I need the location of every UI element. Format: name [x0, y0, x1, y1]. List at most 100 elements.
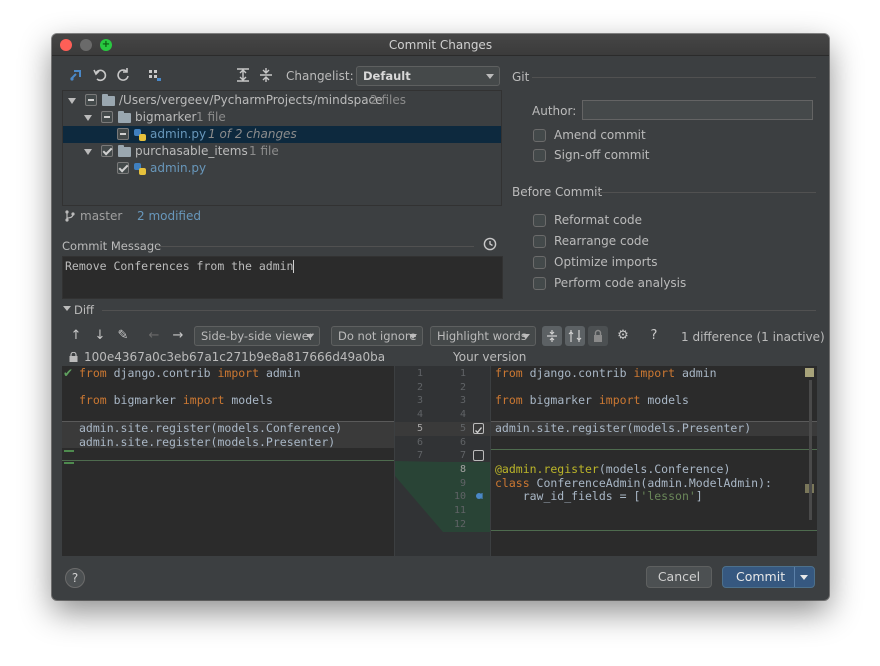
edit-icon[interactable]: ✎: [115, 328, 131, 344]
ignore-select[interactable]: Do not ignore: [331, 326, 423, 346]
help-button[interactable]: ?: [65, 568, 85, 588]
chevron-down-icon[interactable]: [63, 306, 71, 311]
show-diff-icon[interactable]: [68, 67, 84, 83]
code-line: class ConferenceAdmin(admin.ModelAdmin):: [495, 475, 772, 490]
window-title: Commit Changes: [388, 38, 493, 52]
tree-row-bigmarker-admin[interactable]: admin.py 1 of 2 changes: [63, 126, 501, 143]
highlight-value: Highlight words: [437, 329, 527, 343]
right-version-label: Your version: [453, 350, 527, 364]
viewer-select[interactable]: Side-by-side viewer: [194, 326, 320, 346]
code-line: raw_id_fields = ['lesson']: [495, 489, 703, 504]
separator: [102, 310, 816, 311]
commit-message-label: Commit Message: [62, 239, 162, 253]
signoff-commit-label: Sign-off commit: [554, 148, 650, 162]
before-commit-label: Before Commit: [512, 185, 603, 199]
chevron-down-icon[interactable]: [800, 575, 808, 580]
left-revision: 100e4367a0c3eb67a1c271b9e8a817666d49a0ba: [84, 350, 386, 364]
tree-row-root[interactable]: /Users/vergeev/PycharmProjects/mindspace…: [63, 92, 501, 109]
folder-name: bigmarker: [135, 110, 197, 124]
code-line: admin.site.register(models.Presenter): [79, 434, 336, 449]
chevron-down-icon[interactable]: [84, 149, 92, 155]
include-change-checkbox[interactable]: [473, 423, 484, 434]
checkbox-file[interactable]: [117, 162, 129, 174]
checkbox-purchasable-items[interactable]: [101, 145, 113, 157]
folder-icon: [118, 111, 131, 123]
lock-icon[interactable]: [588, 326, 608, 346]
tree-row-purchasable-items[interactable]: purchasable_items 1 file: [63, 143, 501, 160]
code-line: from django.contrib import admin: [495, 366, 717, 380]
separator: [532, 77, 816, 78]
chevron-down-icon[interactable]: [84, 115, 92, 121]
arrow-left-icon[interactable]: ←: [146, 328, 162, 344]
author-input[interactable]: [582, 100, 813, 120]
folder-count: 1 file: [196, 110, 226, 124]
branch-icon: [65, 210, 75, 222]
root-count: 2 files: [370, 93, 406, 107]
branch-name[interactable]: master: [80, 209, 122, 223]
diff-label: Diff: [74, 303, 94, 317]
separator: [596, 192, 816, 193]
changelist-label: Changelist:: [286, 69, 354, 83]
gear-icon[interactable]: ⚙: [615, 328, 631, 344]
include-change-checkbox[interactable]: [473, 450, 484, 461]
check-icon: ✔: [63, 366, 74, 380]
arrow-down-icon[interactable]: ↓: [92, 328, 108, 344]
changes-tree: /Users/vergeev/PycharmProjects/mindspace…: [62, 90, 502, 206]
refresh-icon[interactable]: [115, 67, 131, 83]
author-label: Author:: [532, 104, 577, 118]
code-line: admin.site.register(models.Conference): [79, 420, 343, 435]
changelist-select[interactable]: Default: [356, 66, 500, 86]
highlight-select[interactable]: Highlight words: [430, 326, 536, 346]
diff-left-pane[interactable]: ✔ from django.contrib import admin from …: [62, 366, 394, 556]
lock-icon: [69, 351, 78, 362]
rollback-icon[interactable]: [92, 67, 108, 83]
folder-icon: [118, 145, 131, 157]
code-line: from bigmarker import models: [79, 393, 273, 408]
chevron-down-icon: [522, 334, 530, 339]
title-bar: + Commit Changes: [52, 34, 829, 56]
sync-scroll-icon[interactable]: [565, 326, 585, 346]
python-file-icon: [134, 163, 146, 175]
python-file-icon: [134, 129, 146, 141]
modified-link[interactable]: 2 modified: [137, 209, 201, 223]
amend-commit-label: Amend commit: [554, 128, 646, 142]
tree-row-purchasable-admin[interactable]: admin.py: [63, 160, 501, 177]
bookmark-icon: [475, 490, 485, 500]
option-label: Perform code analysis: [554, 276, 687, 290]
chevron-down-icon: [409, 334, 417, 339]
group-by-icon[interactable]: [147, 67, 163, 83]
code-line: admin.site.register(models.Presenter): [495, 420, 752, 435]
folder-icon: [102, 94, 115, 106]
chevron-down-icon: [306, 334, 314, 339]
marker: [805, 368, 814, 377]
git-section-label: Git: [512, 70, 530, 84]
changelist-value: Default: [363, 69, 411, 83]
file-change-note: 1 of 2 changes: [208, 127, 297, 141]
viewer-value: Side-by-side viewer: [201, 329, 314, 343]
code-line: from bigmarker import models: [495, 393, 689, 408]
chevron-down-icon[interactable]: [68, 98, 76, 104]
file-name: admin.py: [150, 127, 207, 141]
commit-message-text: Remove Conferences from the admin: [65, 259, 294, 273]
commit-message-input[interactable]: Remove Conferences from the admin: [62, 256, 503, 299]
checkbox-file[interactable]: [117, 128, 129, 140]
scrollbar[interactable]: [809, 380, 812, 520]
checkbox-bigmarker[interactable]: [101, 111, 113, 123]
expand-all-icon[interactable]: [235, 67, 251, 83]
chevron-down-icon: [486, 74, 494, 79]
folder-count: 1 file: [249, 144, 279, 158]
checkbox-root[interactable]: [85, 94, 97, 106]
clock-history-icon[interactable]: [483, 237, 497, 251]
tree-row-bigmarker[interactable]: bigmarker 1 file: [63, 109, 501, 126]
arrow-right-icon[interactable]: →: [170, 328, 186, 344]
file-name: admin.py: [150, 161, 207, 175]
diff-right-pane[interactable]: from django.contrib import admin from bi…: [491, 366, 817, 556]
collapse-unchanged-icon[interactable]: [542, 326, 562, 346]
collapse-all-icon[interactable]: [258, 67, 274, 83]
commit-button[interactable]: Commit: [722, 566, 815, 588]
help-icon[interactable]: ?: [646, 328, 662, 344]
commit-button-label: Commit: [736, 569, 786, 584]
option-label: Rearrange code: [554, 234, 649, 248]
arrow-up-icon[interactable]: ↑: [68, 328, 84, 344]
cancel-button[interactable]: Cancel: [646, 566, 712, 588]
